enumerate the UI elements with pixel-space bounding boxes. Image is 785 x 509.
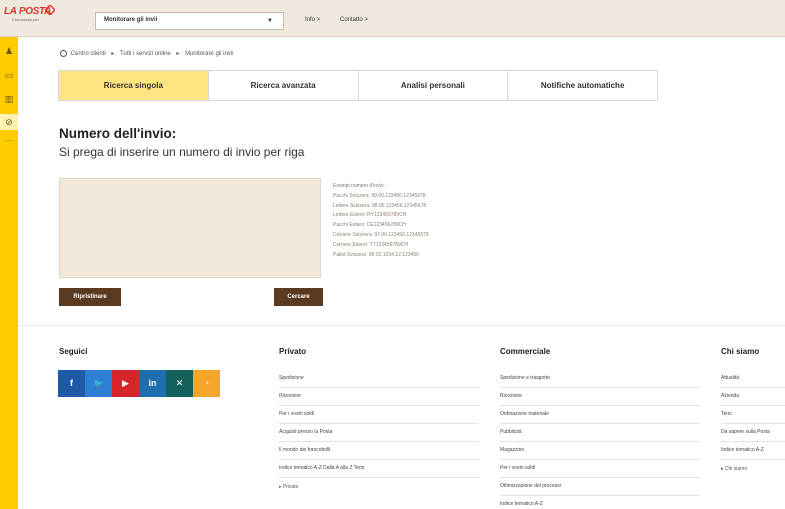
about-links: Attualità Azienda Temi Da sapere sulla P… bbox=[721, 370, 785, 472]
footer-link[interactable]: Azienda bbox=[721, 388, 785, 406]
examples-title: Esempi numero d'invio: bbox=[333, 183, 385, 189]
footer-link[interactable]: Attualità bbox=[721, 370, 785, 388]
footer-link[interactable]: Ricezione bbox=[500, 388, 700, 406]
examples-box: Esempi numero d'invio: Pacchi Svizzera: … bbox=[333, 182, 429, 260]
footer-link[interactable]: Ricezione bbox=[279, 388, 479, 406]
tab-notifiche-automatiche[interactable]: Notifiche automatiche bbox=[508, 71, 657, 100]
twitter-icon[interactable]: 🐦 bbox=[85, 370, 112, 397]
example-item: Corriere Svizzera: 97.00.123456.12345678 bbox=[333, 231, 429, 238]
back-circle-icon[interactable] bbox=[60, 50, 67, 57]
example-item: Lettere Svizzera: 98.00.123456.12345678 bbox=[333, 202, 427, 209]
logo-text: LA POSTA bbox=[4, 6, 52, 17]
chevron-down-icon: ▼ bbox=[267, 18, 273, 24]
page-subtitle: Si prega di inserire un numero di invio … bbox=[59, 145, 305, 159]
footer-link[interactable]: Ottimizzazione dei processi bbox=[500, 478, 700, 496]
breadcrumb: Centro clienti ▸ Tutti i servizi online … bbox=[60, 50, 233, 57]
facebook-icon[interactable]: f bbox=[58, 370, 85, 397]
breadcrumb-separator: ▸ bbox=[111, 51, 115, 58]
footer-link[interactable]: Il mondo dei francobolli bbox=[279, 442, 479, 460]
user-icon[interactable]: ♟ bbox=[3, 45, 15, 57]
social-links: f 🐦 ▶ in ✕ ◔ bbox=[58, 370, 220, 397]
left-rail: ♟ ▭ ▥ ⊘ bbox=[0, 37, 18, 509]
footer-link[interactable]: Magazzino bbox=[500, 442, 700, 460]
private-links: Spedizione Ricezione Per i vostri soldi … bbox=[279, 370, 479, 490]
footer-link[interactable]: Spedizione bbox=[279, 370, 479, 388]
example-item: Lettere Estero: RY123456789CH bbox=[333, 212, 407, 219]
follow-title: Seguici bbox=[59, 347, 88, 356]
contact-link[interactable]: Contatto > bbox=[340, 17, 368, 23]
search-button[interactable]: Cercare bbox=[274, 288, 323, 306]
example-item: Pacchi Estero: CE123456789CH bbox=[333, 222, 406, 229]
footer-link[interactable]: Da sapere sulla Posta bbox=[721, 424, 785, 442]
service-select[interactable]: Monitorare gli invii ▼ bbox=[95, 12, 284, 30]
footer-link[interactable]: Per i vostri soldi bbox=[279, 406, 479, 424]
rail-divider bbox=[5, 140, 13, 141]
private-title: Privato bbox=[279, 347, 307, 356]
tab-ricerca-avanzata[interactable]: Ricerca avanzata bbox=[209, 71, 359, 100]
example-item: Pallet Svizzera: 99.02.1234.12.123456 bbox=[333, 251, 419, 258]
example-item: Pacchi Svizzera: 99.00.123456.12345678 bbox=[333, 192, 426, 199]
la-posta-logo[interactable]: LA POSTA Conosciuto più. bbox=[4, 4, 56, 36]
tracking-icon[interactable]: ⊘ bbox=[0, 114, 18, 130]
breadcrumb-separator: ▸ bbox=[176, 51, 180, 58]
tab-ricerca-singola[interactable]: Ricerca singola bbox=[59, 71, 209, 100]
footer-link[interactable]: Temi bbox=[721, 406, 785, 424]
commercial-title: Commerciale bbox=[500, 347, 551, 356]
footer-link[interactable]: Indice tematico A-Z bbox=[721, 442, 785, 460]
reset-button[interactable]: Ripristinare bbox=[59, 288, 121, 306]
footer-link[interactable]: Per i vostri soldi bbox=[500, 460, 700, 478]
breadcrumb-item[interactable]: Tutti i servizi online bbox=[120, 51, 171, 57]
tab-analisi-personali[interactable]: Analisi personali bbox=[359, 71, 509, 100]
page-title: Numero dell'invio: bbox=[59, 126, 177, 141]
tracking-number-textarea[interactable] bbox=[59, 178, 321, 278]
service-select-value: Monitorare gli invii bbox=[104, 17, 158, 23]
briefcase-icon[interactable]: ▭ bbox=[3, 69, 15, 81]
top-header: LA POSTA Conosciuto più. Monitorare gli … bbox=[0, 0, 785, 37]
xing-icon[interactable]: ✕ bbox=[166, 370, 193, 397]
footer-link[interactable]: Ordinazione materiale bbox=[500, 406, 700, 424]
info-link[interactable]: Info > bbox=[305, 17, 320, 23]
about-title: Chi siamo bbox=[721, 347, 760, 356]
footer-link[interactable]: Spedizione e trasporto bbox=[500, 370, 700, 388]
footer-link[interactable]: Acquisti presso la Posta bbox=[279, 424, 479, 442]
youtube-icon[interactable]: ▶ bbox=[112, 370, 139, 397]
building-icon[interactable]: ▥ bbox=[3, 93, 15, 105]
breadcrumb-item-current: Monitorare gli invii bbox=[185, 51, 234, 58]
footer-link[interactable]: Indice tematico A-Z Dalla A alla Z Temi bbox=[279, 460, 479, 478]
rss-icon[interactable]: ◔ bbox=[193, 370, 220, 397]
footer-link[interactable]: Indice tematico A-Z bbox=[500, 496, 700, 509]
footer-link[interactable]: Pubblicità bbox=[500, 424, 700, 442]
example-item: Corriere Estero: TT123456789CH bbox=[333, 241, 408, 248]
breadcrumb-item[interactable]: Centro clienti bbox=[71, 51, 106, 57]
linkedin-icon[interactable]: in bbox=[139, 370, 166, 397]
search-tabs: Ricerca singola Ricerca avanzata Analisi… bbox=[58, 70, 658, 101]
private-more-link[interactable]: ▸ Privato bbox=[279, 484, 479, 490]
footer-divider bbox=[18, 325, 785, 326]
logo-tagline: Conosciuto più. bbox=[12, 17, 40, 22]
commercial-links: Spedizione e trasporto Ricezione Ordinaz… bbox=[500, 370, 700, 509]
about-more-link[interactable]: ▸ Chi siamo bbox=[721, 466, 785, 472]
